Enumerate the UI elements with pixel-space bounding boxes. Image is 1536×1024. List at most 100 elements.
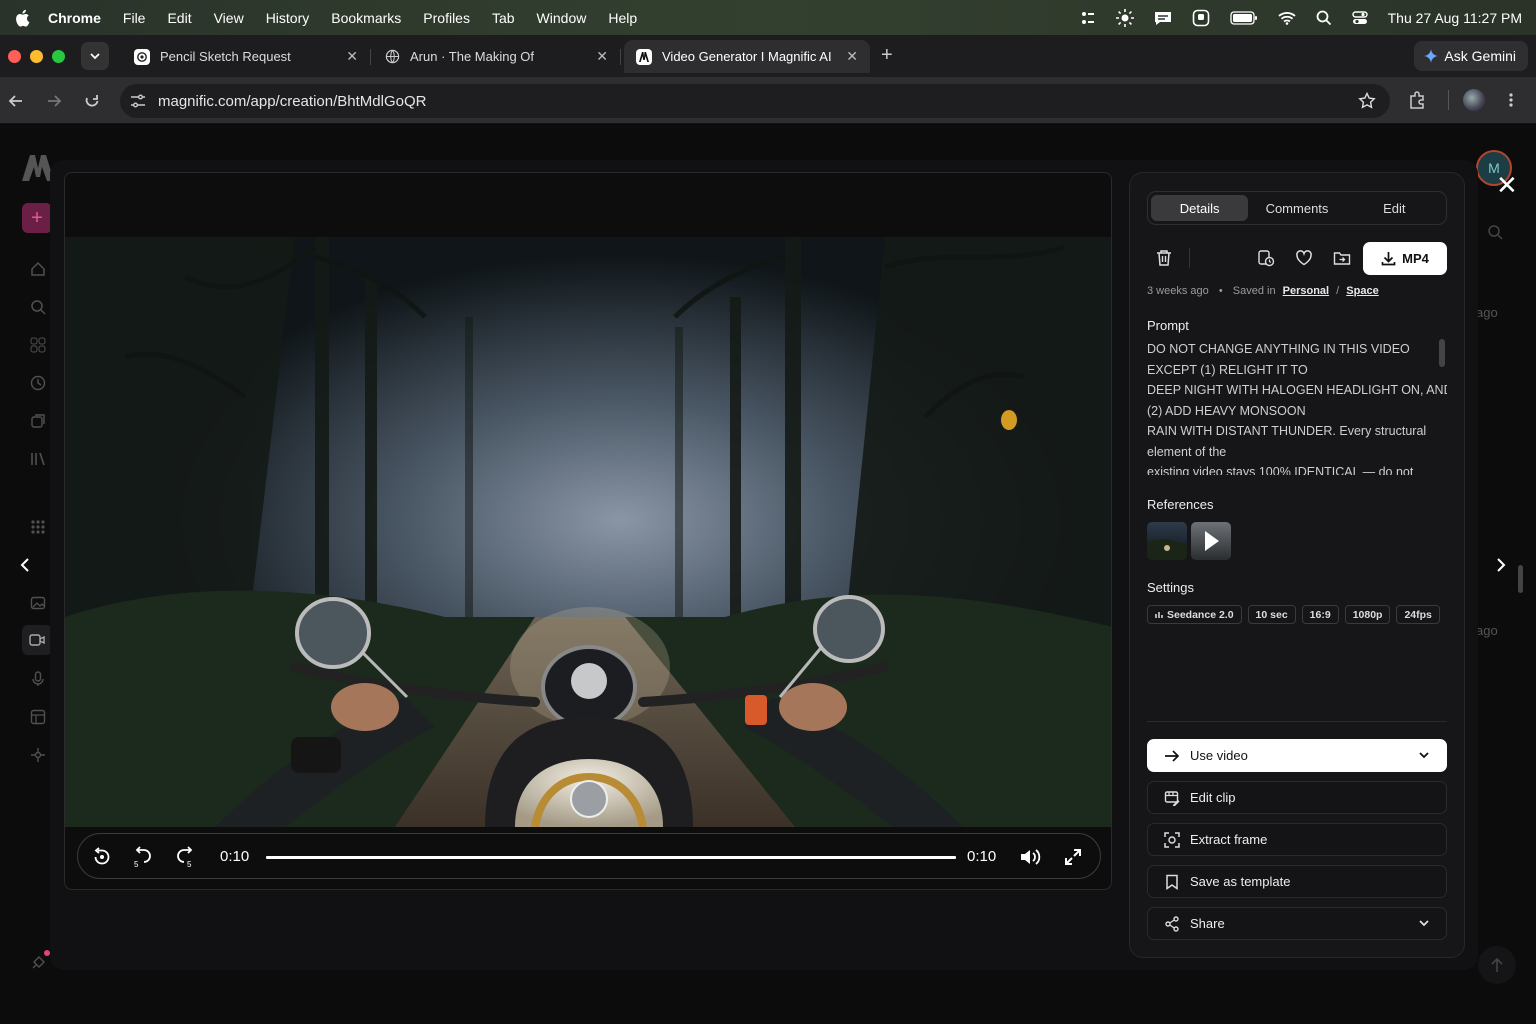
- apps-grid-icon[interactable]: [30, 337, 46, 353]
- brightness-icon[interactable]: [1115, 8, 1134, 27]
- duration-time: 0:10: [967, 848, 997, 865]
- status-extra-icon[interactable]: [1080, 10, 1096, 26]
- tools-grid-icon[interactable]: [30, 519, 46, 535]
- rewind-5-icon[interactable]: 5: [132, 846, 154, 868]
- menu-window[interactable]: Window: [537, 10, 587, 26]
- close-tab-icon[interactable]: ✕: [596, 48, 608, 65]
- menu-profiles[interactable]: Profiles: [423, 10, 470, 26]
- menubar-clock[interactable]: Thu 27 Aug 11:27 PM: [1388, 10, 1522, 26]
- reference-thumbnail[interactable]: [1147, 522, 1187, 560]
- tab-arun-making-of[interactable]: Arun · The Making Of ✕: [372, 40, 621, 73]
- next-item-button[interactable]: [1484, 548, 1518, 582]
- wifi-icon[interactable]: [1278, 11, 1296, 25]
- copy-settings-icon[interactable]: [1257, 249, 1275, 267]
- setting-model: Seedance 2.0: [1167, 608, 1234, 621]
- video-generator-nav[interactable]: [22, 625, 52, 655]
- delete-icon[interactable]: [1155, 249, 1173, 267]
- tab-video-generator[interactable]: Video Generator I Magnific AI ✕: [624, 40, 870, 73]
- replay-icon[interactable]: [92, 847, 112, 867]
- image-generator-icon[interactable]: [30, 595, 46, 611]
- zoom-window-button[interactable]: [52, 49, 65, 63]
- save-as-template-button[interactable]: Save as template: [1147, 865, 1447, 898]
- volume-icon[interactable]: [1020, 848, 1042, 866]
- references-heading: References: [1147, 497, 1214, 512]
- video-frame[interactable]: [65, 237, 1111, 827]
- share-button[interactable]: Share: [1147, 907, 1447, 940]
- progress-bar[interactable]: [266, 856, 956, 859]
- url-text[interactable]: magnific.com/app/creation/BhtMdlGoQR: [158, 93, 426, 110]
- download-mp4-button[interactable]: MP4: [1363, 242, 1447, 275]
- workflow-icon[interactable]: [30, 747, 46, 763]
- ask-gemini-button[interactable]: Ask Gemini: [1414, 41, 1528, 71]
- menu-edit[interactable]: Edit: [167, 10, 191, 26]
- chevron-down-icon: [90, 52, 100, 59]
- setting-resolution: 1080p: [1352, 608, 1383, 621]
- close-tab-icon[interactable]: ✕: [846, 48, 858, 65]
- chrome-menu-icon[interactable]: [1508, 92, 1514, 108]
- close-window-button[interactable]: [8, 49, 21, 63]
- close-tab-icon[interactable]: ✕: [346, 48, 358, 65]
- reference-video-thumbnail[interactable]: [1191, 522, 1231, 560]
- arrow-up-icon: [1491, 957, 1503, 972]
- save-template-label: Save as template: [1190, 874, 1291, 889]
- tab-edit[interactable]: Edit: [1346, 195, 1443, 221]
- prompt-text[interactable]: DO NOT CHANGE ANYTHING IN THIS VIDEO EXC…: [1147, 339, 1447, 475]
- search-icon[interactable]: [30, 299, 46, 315]
- minimize-window-button[interactable]: [30, 49, 43, 63]
- tab-pencil-sketch[interactable]: Pencil Sketch Request ✕: [122, 40, 371, 73]
- home-icon[interactable]: [30, 261, 46, 277]
- heart-icon[interactable]: [1295, 249, 1313, 267]
- forward-icon[interactable]: [46, 93, 62, 109]
- omnibox[interactable]: magnific.com/app/creation/BhtMdlGoQR: [120, 84, 1390, 118]
- storyboard-icon[interactable]: [30, 709, 46, 725]
- toolbar-divider: [1189, 248, 1190, 268]
- apple-icon[interactable]: [14, 9, 30, 27]
- control-center-icon[interactable]: [1351, 10, 1368, 26]
- profile-avatar[interactable]: [1463, 89, 1485, 111]
- menu-view[interactable]: View: [214, 10, 244, 26]
- move-to-folder-icon[interactable]: [1333, 249, 1351, 267]
- tab-details[interactable]: Details: [1151, 195, 1249, 221]
- forward-5-icon[interactable]: 5: [174, 846, 196, 868]
- panel-tabs: Details Comments Edit: [1147, 191, 1447, 225]
- create-new-button[interactable]: +: [22, 203, 52, 233]
- menu-file[interactable]: File: [123, 10, 146, 26]
- collections-icon[interactable]: [30, 413, 46, 429]
- menu-app-name[interactable]: Chrome: [48, 10, 101, 26]
- previous-item-button[interactable]: [8, 548, 42, 582]
- fullscreen-icon[interactable]: [1064, 848, 1082, 866]
- extensions-icon[interactable]: [1408, 91, 1426, 109]
- page-scrollbar[interactable]: [1518, 565, 1523, 593]
- menu-tab[interactable]: Tab: [492, 10, 515, 26]
- spotlight-icon[interactable]: [1316, 10, 1332, 26]
- reload-icon[interactable]: [84, 93, 100, 109]
- edit-clip-label: Edit clip: [1190, 790, 1236, 805]
- library-icon[interactable]: [30, 451, 46, 467]
- folder-link-personal[interactable]: Personal: [1283, 285, 1329, 297]
- use-video-button[interactable]: Use video: [1147, 739, 1447, 772]
- edit-clip-button[interactable]: Edit clip: [1147, 781, 1447, 814]
- folder-link-space[interactable]: Space: [1346, 285, 1378, 297]
- tab-search-button[interactable]: [81, 42, 109, 70]
- prompt-line: element of the: [1147, 444, 1227, 459]
- messages-icon[interactable]: [1154, 10, 1172, 26]
- history-icon[interactable]: [30, 375, 46, 391]
- back-icon[interactable]: [8, 93, 24, 109]
- menu-help[interactable]: Help: [608, 10, 637, 26]
- app-status-icon[interactable]: [1192, 9, 1210, 27]
- menu-history[interactable]: History: [266, 10, 310, 26]
- bookmark-icon: [1166, 874, 1178, 890]
- tab-comments[interactable]: Comments: [1248, 195, 1345, 221]
- menu-bookmarks[interactable]: Bookmarks: [331, 10, 401, 26]
- close-modal-button[interactable]: ✕: [1496, 170, 1518, 201]
- new-tab-button[interactable]: +: [881, 44, 893, 67]
- battery-icon[interactable]: [1229, 10, 1258, 25]
- setting-aspect: 16:9: [1309, 608, 1331, 621]
- microphone-icon[interactable]: [30, 671, 46, 687]
- scroll-top-button[interactable]: [1478, 946, 1516, 984]
- site-settings-icon[interactable]: [130, 94, 146, 108]
- bookmark-star-icon[interactable]: [1358, 92, 1376, 110]
- extract-frame-button[interactable]: Extract frame: [1147, 823, 1447, 856]
- plugin-icon[interactable]: [30, 955, 46, 971]
- prompt-scrollbar[interactable]: [1439, 339, 1445, 367]
